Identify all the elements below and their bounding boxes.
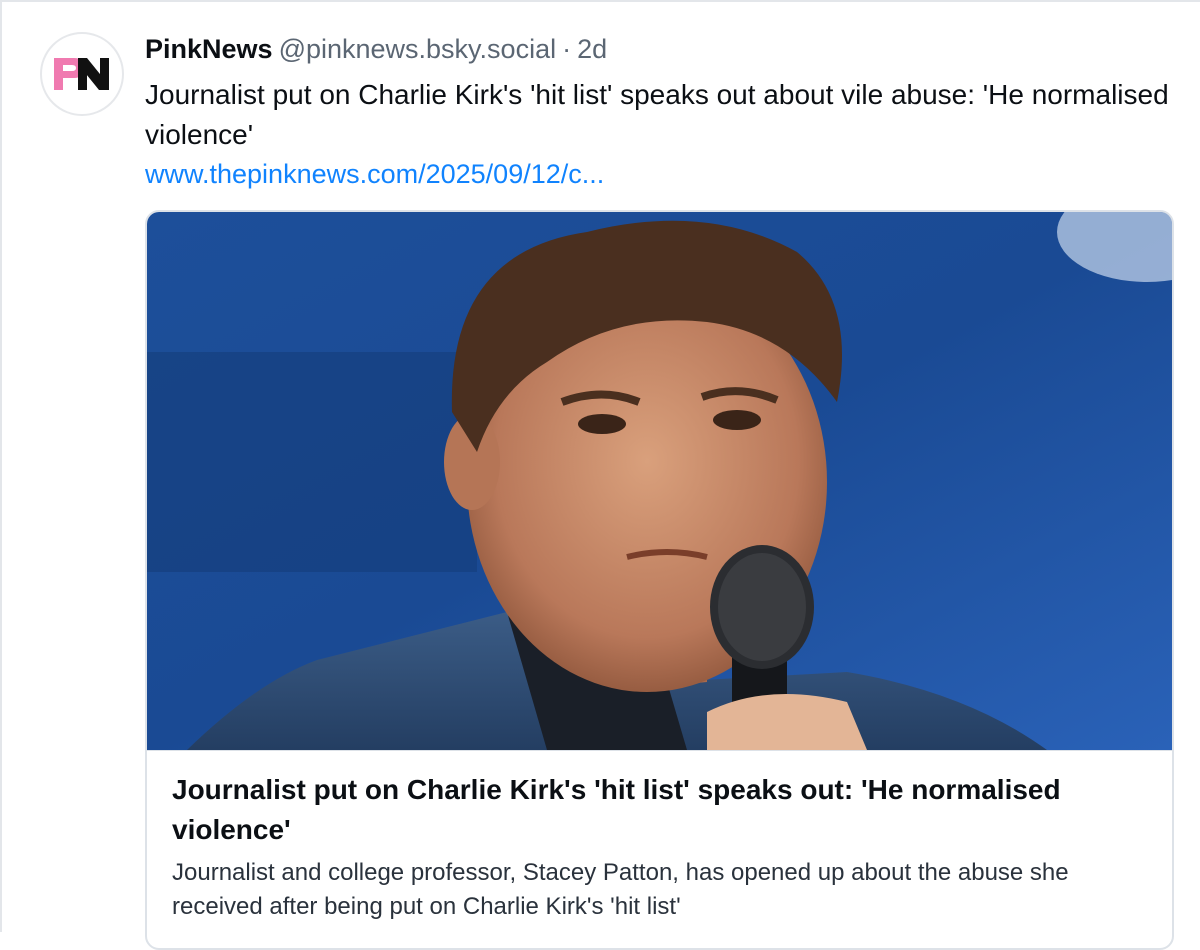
link-card[interactable]: Journalist put on Charlie Kirk's 'hit li… [145,210,1174,950]
post-text: Journalist put on Charlie Kirk's 'hit li… [145,79,1169,150]
avatar[interactable] [40,32,124,116]
card-title[interactable]: Journalist put on Charlie Kirk's 'hit li… [172,770,1147,850]
card-description: Journalist and college professor, Stacey… [172,859,1069,920]
timestamp[interactable]: 2d [577,34,607,64]
handle[interactable]: @pinknews.bsky.social [279,34,557,64]
post-link[interactable]: www.thepinknews.com/2025/09/12/c... [145,156,604,192]
pinknews-logo-icon [54,58,109,90]
card-image[interactable] [147,212,1172,751]
display-name[interactable]: PinkNews [145,34,273,64]
man-speaking-into-microphone-photo-icon [147,212,1172,750]
post-container[interactable]: PinkNews @pinknews.bsky.social · 2d Journal… [0,0,1200,950]
post-header: PinkNews @pinknews.bsky.social · 2d [145,32,607,66]
separator-dot: · [562,34,572,64]
